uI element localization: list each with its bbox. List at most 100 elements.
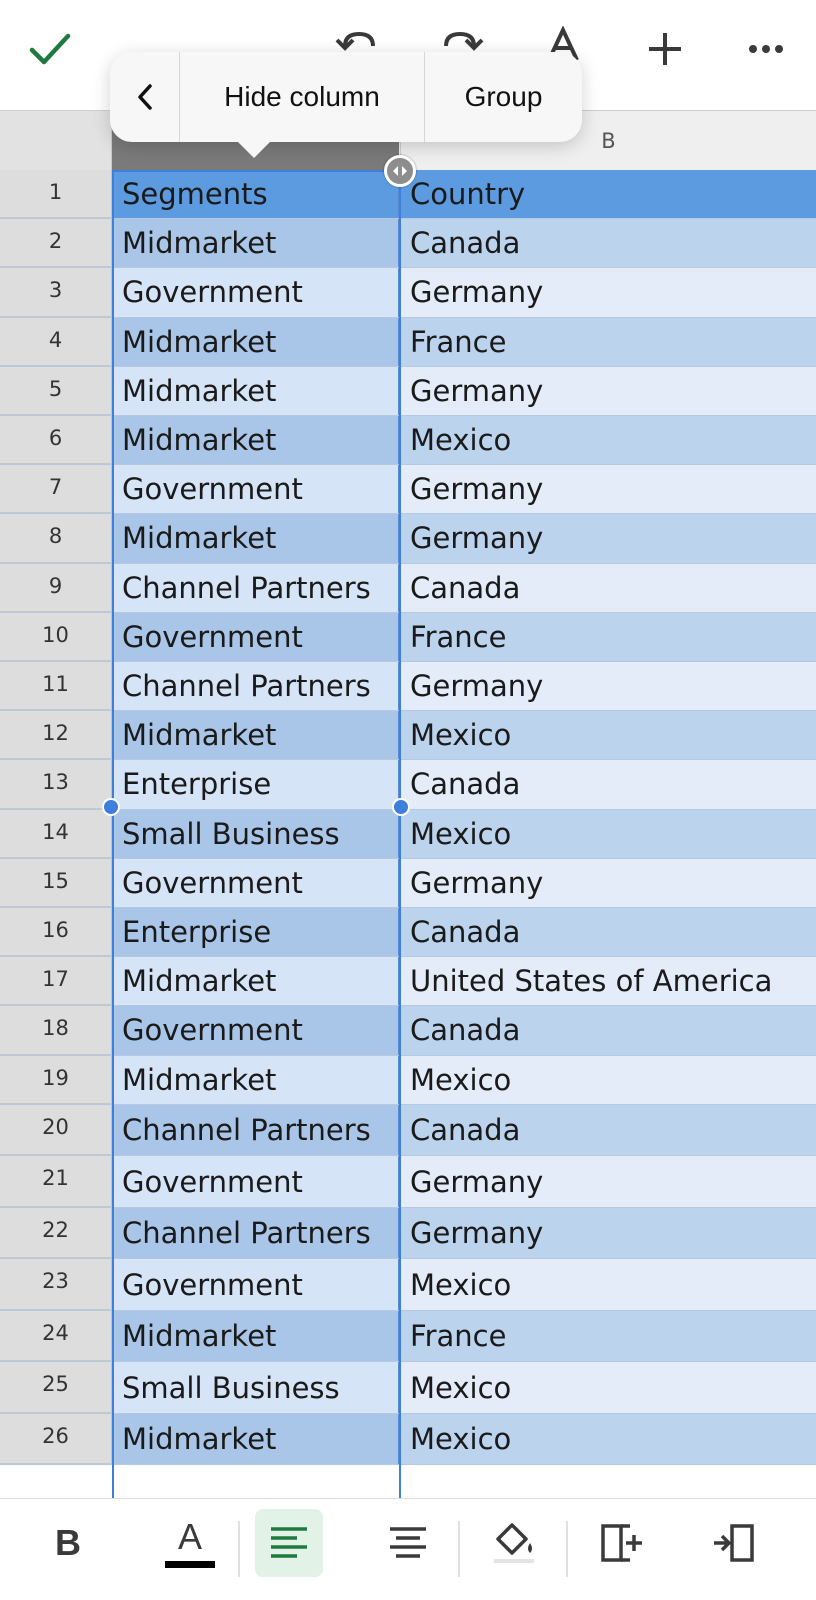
row-number[interactable]: 8	[0, 514, 112, 563]
column-resize-handle[interactable]	[384, 155, 416, 187]
cell-country[interactable]: Mexico	[400, 416, 816, 465]
cell-segment[interactable]: Small Business	[112, 1362, 400, 1413]
row-number[interactable]: 23	[0, 1259, 112, 1310]
align-center-button[interactable]	[374, 1509, 442, 1577]
toolbar-divider	[238, 1521, 240, 1577]
cell-segment[interactable]: Government	[112, 1259, 400, 1310]
cell-country[interactable]: Mexico	[400, 711, 816, 760]
row-number[interactable]: 17	[0, 957, 112, 1006]
bold-button[interactable]: B	[34, 1509, 102, 1577]
cell-country[interactable]: France	[400, 317, 816, 366]
cell-country[interactable]: Germany	[400, 514, 816, 563]
row-number[interactable]: 6	[0, 416, 112, 465]
cell-segment[interactable]: Government	[112, 268, 400, 317]
group-menu-item[interactable]: Group	[425, 52, 582, 142]
cell-country[interactable]: Canada	[400, 1104, 816, 1156]
row-number[interactable]: 16	[0, 908, 112, 957]
cell-country[interactable]: Canada	[400, 219, 816, 268]
cell-country[interactable]: Germany	[400, 858, 816, 907]
row-number[interactable]: 1	[0, 170, 112, 219]
cell-country[interactable]: Germany	[400, 268, 816, 317]
cell-country[interactable]: United States of America	[400, 957, 816, 1006]
cell-segment[interactable]: Midmarket	[112, 366, 400, 415]
cell-country[interactable]: Mexico	[400, 809, 816, 858]
chevron-left-icon	[137, 84, 152, 110]
row-number[interactable]: 18	[0, 1006, 112, 1055]
context-menu: Hide column Group	[110, 52, 582, 158]
checkmark-icon[interactable]	[28, 32, 72, 68]
cell-segment[interactable]: Midmarket	[112, 416, 400, 465]
row-number[interactable]: 22	[0, 1207, 112, 1259]
cell-country[interactable]: Germany	[400, 366, 816, 415]
row-number[interactable]: 10	[0, 612, 112, 661]
row-number[interactable]: 3	[0, 268, 112, 317]
cell-country[interactable]: Canada	[400, 908, 816, 957]
cell-country[interactable]: Mexico	[400, 1259, 816, 1310]
cell-country[interactable]: Mexico	[400, 1413, 816, 1465]
cell-country[interactable]: Mexico	[400, 1362, 816, 1413]
select-all-corner[interactable]	[0, 111, 112, 171]
cell-segment[interactable]: Segments	[112, 170, 400, 219]
cell-segment[interactable]: Midmarket	[112, 711, 400, 760]
row-number[interactable]: 4	[0, 317, 112, 366]
cell-country[interactable]: Canada	[400, 760, 816, 809]
cell-segment[interactable]: Midmarket	[112, 219, 400, 268]
selection-handle-right[interactable]	[392, 798, 410, 816]
row-number[interactable]: 21	[0, 1156, 112, 1207]
cell-country[interactable]: Country	[400, 170, 816, 219]
row-number[interactable]: 20	[0, 1104, 112, 1156]
cell-segment[interactable]: Midmarket	[112, 1413, 400, 1465]
row-number[interactable]: 7	[0, 465, 112, 514]
row-number[interactable]: 9	[0, 563, 112, 612]
cell-segment[interactable]: Midmarket	[112, 957, 400, 1006]
cell-country[interactable]: Germany	[400, 662, 816, 711]
cell-segment[interactable]: Midmarket	[112, 317, 400, 366]
cell-segment[interactable]: Government	[112, 1156, 400, 1207]
row-number[interactable]: 13	[0, 760, 112, 809]
fill-color-button[interactable]	[480, 1509, 548, 1577]
cell-segment[interactable]: Channel Partners	[112, 662, 400, 711]
cell-segment[interactable]: Midmarket	[112, 514, 400, 563]
cell-country[interactable]: Germany	[400, 1207, 816, 1259]
selection-handle-left[interactable]	[102, 798, 120, 816]
cell-segment[interactable]: Enterprise	[112, 760, 400, 809]
cell-country[interactable]: Canada	[400, 1006, 816, 1055]
table-row: 16 Enterprise Canada	[0, 908, 816, 958]
more-icon[interactable]	[748, 44, 784, 54]
cell-segment[interactable]: Small Business	[112, 809, 400, 858]
cell-segment[interactable]: Government	[112, 465, 400, 514]
row-number[interactable]: 19	[0, 1055, 112, 1104]
cell-country[interactable]: Germany	[400, 1156, 816, 1207]
row-number[interactable]: 5	[0, 366, 112, 415]
align-left-button[interactable]	[255, 1509, 323, 1577]
cell-country[interactable]: Canada	[400, 563, 816, 612]
cell-segment[interactable]: Channel Partners	[112, 563, 400, 612]
row-number[interactable]: 26	[0, 1413, 112, 1465]
cell-segment[interactable]: Midmarket	[112, 1310, 400, 1362]
cell-country[interactable]: Germany	[400, 465, 816, 514]
row-number[interactable]: 2	[0, 219, 112, 268]
plus-icon[interactable]	[646, 30, 684, 68]
menu-back-button[interactable]	[110, 52, 180, 142]
row-number[interactable]: 24	[0, 1310, 112, 1362]
cell-segment[interactable]: Channel Partners	[112, 1207, 400, 1259]
cell-country[interactable]: France	[400, 612, 816, 661]
bold-icon: B	[55, 1522, 81, 1563]
cell-segment[interactable]: Government	[112, 612, 400, 661]
cell-segment[interactable]: Government	[112, 1006, 400, 1055]
row-number[interactable]: 12	[0, 711, 112, 760]
hide-column-menu-item[interactable]: Hide column	[180, 52, 425, 142]
row-number[interactable]: 25	[0, 1362, 112, 1413]
font-color-button[interactable]: A	[156, 1509, 224, 1577]
column-width-button[interactable]	[700, 1509, 768, 1577]
row-number[interactable]: 11	[0, 662, 112, 711]
cell-segment[interactable]: Government	[112, 858, 400, 907]
insert-column-button[interactable]	[588, 1509, 656, 1577]
cell-country[interactable]: France	[400, 1310, 816, 1362]
cell-country[interactable]: Mexico	[400, 1055, 816, 1104]
row-number[interactable]: 15	[0, 858, 112, 907]
cell-segment[interactable]: Midmarket	[112, 1055, 400, 1104]
cell-segment[interactable]: Channel Partners	[112, 1104, 400, 1156]
cell-segment[interactable]: Enterprise	[112, 908, 400, 957]
row-number[interactable]: 14	[0, 809, 112, 858]
